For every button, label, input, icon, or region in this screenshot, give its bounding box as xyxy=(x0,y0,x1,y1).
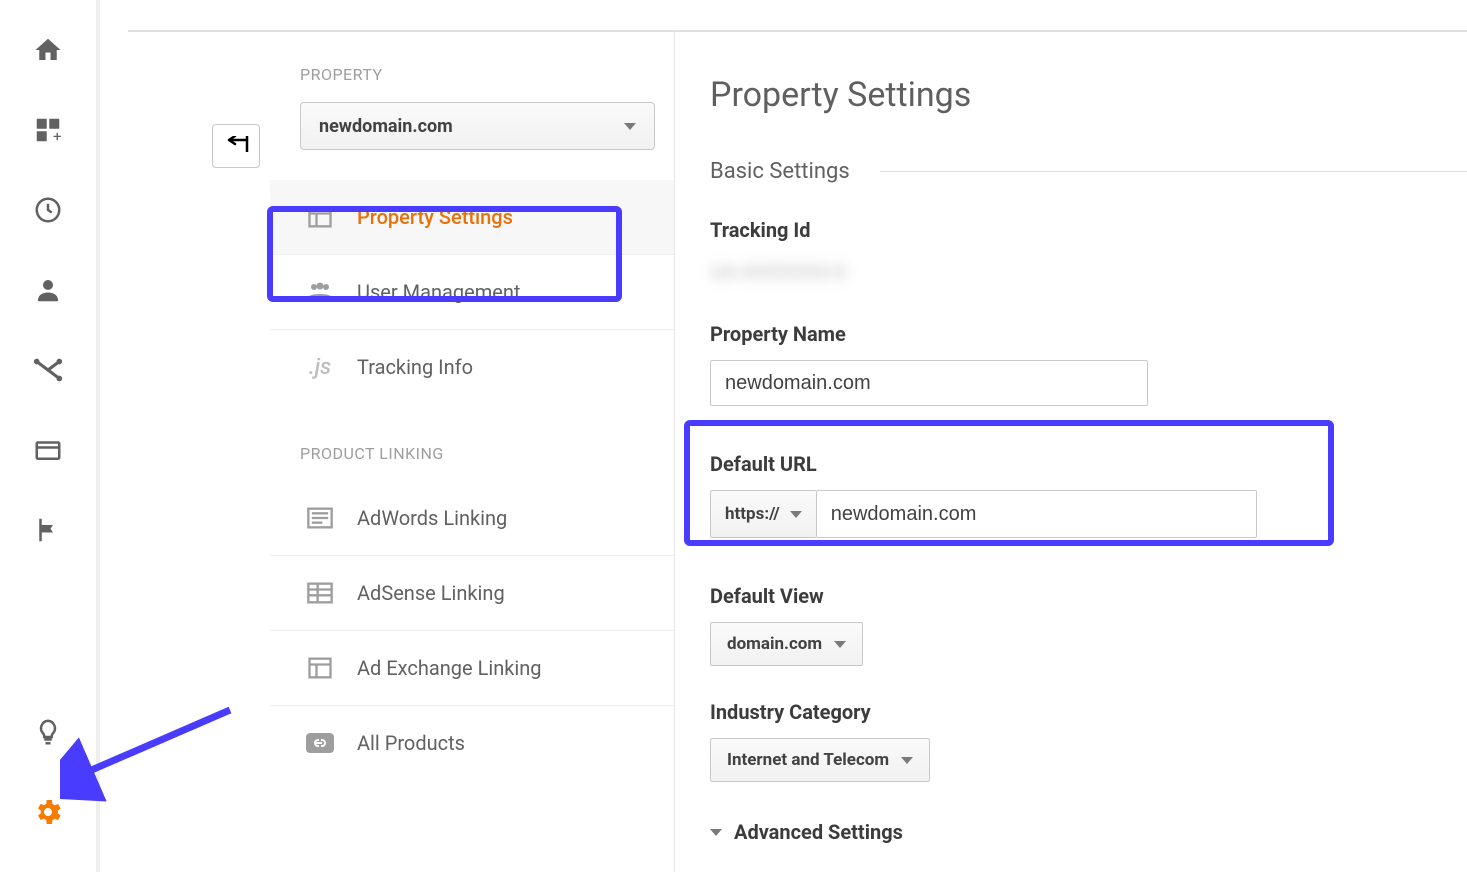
nav-item-label: Tracking Info xyxy=(357,355,473,379)
advanced-settings-toggle[interactable]: Advanced Settings xyxy=(710,820,1467,844)
grid-icon xyxy=(305,578,335,608)
back-button[interactable] xyxy=(212,124,260,168)
left-navigation-rail: + xyxy=(0,0,100,872)
nav-item-adwords[interactable]: AdWords Linking xyxy=(270,481,674,556)
chevron-down-icon xyxy=(710,829,722,836)
user-icon[interactable] xyxy=(26,268,70,312)
behavior-icon[interactable] xyxy=(26,428,70,472)
conversions-icon[interactable] xyxy=(26,348,70,392)
list-icon xyxy=(305,503,335,533)
default-url-field: Default URL https:// xyxy=(710,452,1467,538)
property-name-field: Property Name xyxy=(710,322,1467,406)
property-nav-list: Property Settings User Management .js Tr… xyxy=(270,180,674,404)
tracking-id-label: Tracking Id xyxy=(710,218,1467,242)
nav-item-label: AdSense Linking xyxy=(357,581,505,605)
nav-item-adsense[interactable]: AdSense Linking xyxy=(270,556,674,631)
industry-label: Industry Category xyxy=(710,700,1467,724)
bulb-icon[interactable] xyxy=(26,710,70,754)
home-icon[interactable] xyxy=(26,28,70,72)
nav-item-label: AdWords Linking xyxy=(357,506,507,530)
window-icon xyxy=(305,202,335,232)
chevron-down-icon xyxy=(624,123,636,130)
gear-icon[interactable] xyxy=(26,790,70,834)
nav-item-property-settings[interactable]: Property Settings xyxy=(270,180,674,255)
tracking-id-field: Tracking Id UA-XXXXXXX-X xyxy=(710,218,1467,288)
users-icon xyxy=(305,277,335,307)
industry-field: Industry Category Internet and Telecom xyxy=(710,700,1467,782)
product-linking-label: PRODUCT LINKING xyxy=(270,444,674,463)
link-icon xyxy=(305,728,335,758)
default-view-label: Default View xyxy=(710,584,1467,608)
property-name-input[interactable] xyxy=(710,360,1148,406)
industry-selector[interactable]: Internet and Telecom xyxy=(710,738,930,782)
property-selector-value: newdomain.com xyxy=(319,116,453,137)
default-view-field: Default View domain.com xyxy=(710,584,1467,666)
settings-panel: Property Settings Basic Settings Trackin… xyxy=(710,30,1467,872)
default-view-selector[interactable]: domain.com xyxy=(710,622,863,666)
svg-text:+: + xyxy=(53,127,62,145)
nav-item-adexchange[interactable]: Ad Exchange Linking xyxy=(270,631,674,706)
chevron-down-icon xyxy=(834,641,846,648)
tracking-id-value: UA-XXXXXXX-X xyxy=(710,256,1467,288)
property-section-label: PROPERTY xyxy=(270,65,674,84)
nav-item-label: User Management xyxy=(357,280,520,304)
default-url-label: Default URL xyxy=(710,452,1467,476)
chevron-down-icon xyxy=(790,511,802,518)
nav-item-tracking-info[interactable]: .js Tracking Info xyxy=(270,330,674,404)
protocol-selector[interactable]: https:// xyxy=(710,490,817,538)
dashboard-icon[interactable]: + xyxy=(26,108,70,152)
basic-settings-heading: Basic Settings xyxy=(710,159,1467,184)
js-icon: .js xyxy=(305,352,335,382)
nav-item-label: Property Settings xyxy=(357,205,513,229)
page-title: Property Settings xyxy=(710,75,1467,115)
property-selector[interactable]: newdomain.com xyxy=(300,102,655,150)
chevron-down-icon xyxy=(901,757,913,764)
nav-item-label: Ad Exchange Linking xyxy=(357,656,542,680)
nav-item-user-management[interactable]: User Management xyxy=(270,255,674,330)
clock-icon[interactable] xyxy=(26,188,70,232)
default-url-input[interactable] xyxy=(817,490,1257,538)
nav-item-all-products[interactable]: All Products xyxy=(270,706,674,780)
window-icon xyxy=(305,653,335,683)
property-column: PROPERTY newdomain.com Property Settings… xyxy=(270,30,675,872)
flag-icon[interactable] xyxy=(26,508,70,552)
nav-item-label: All Products xyxy=(357,731,465,755)
property-name-label: Property Name xyxy=(710,322,1467,346)
